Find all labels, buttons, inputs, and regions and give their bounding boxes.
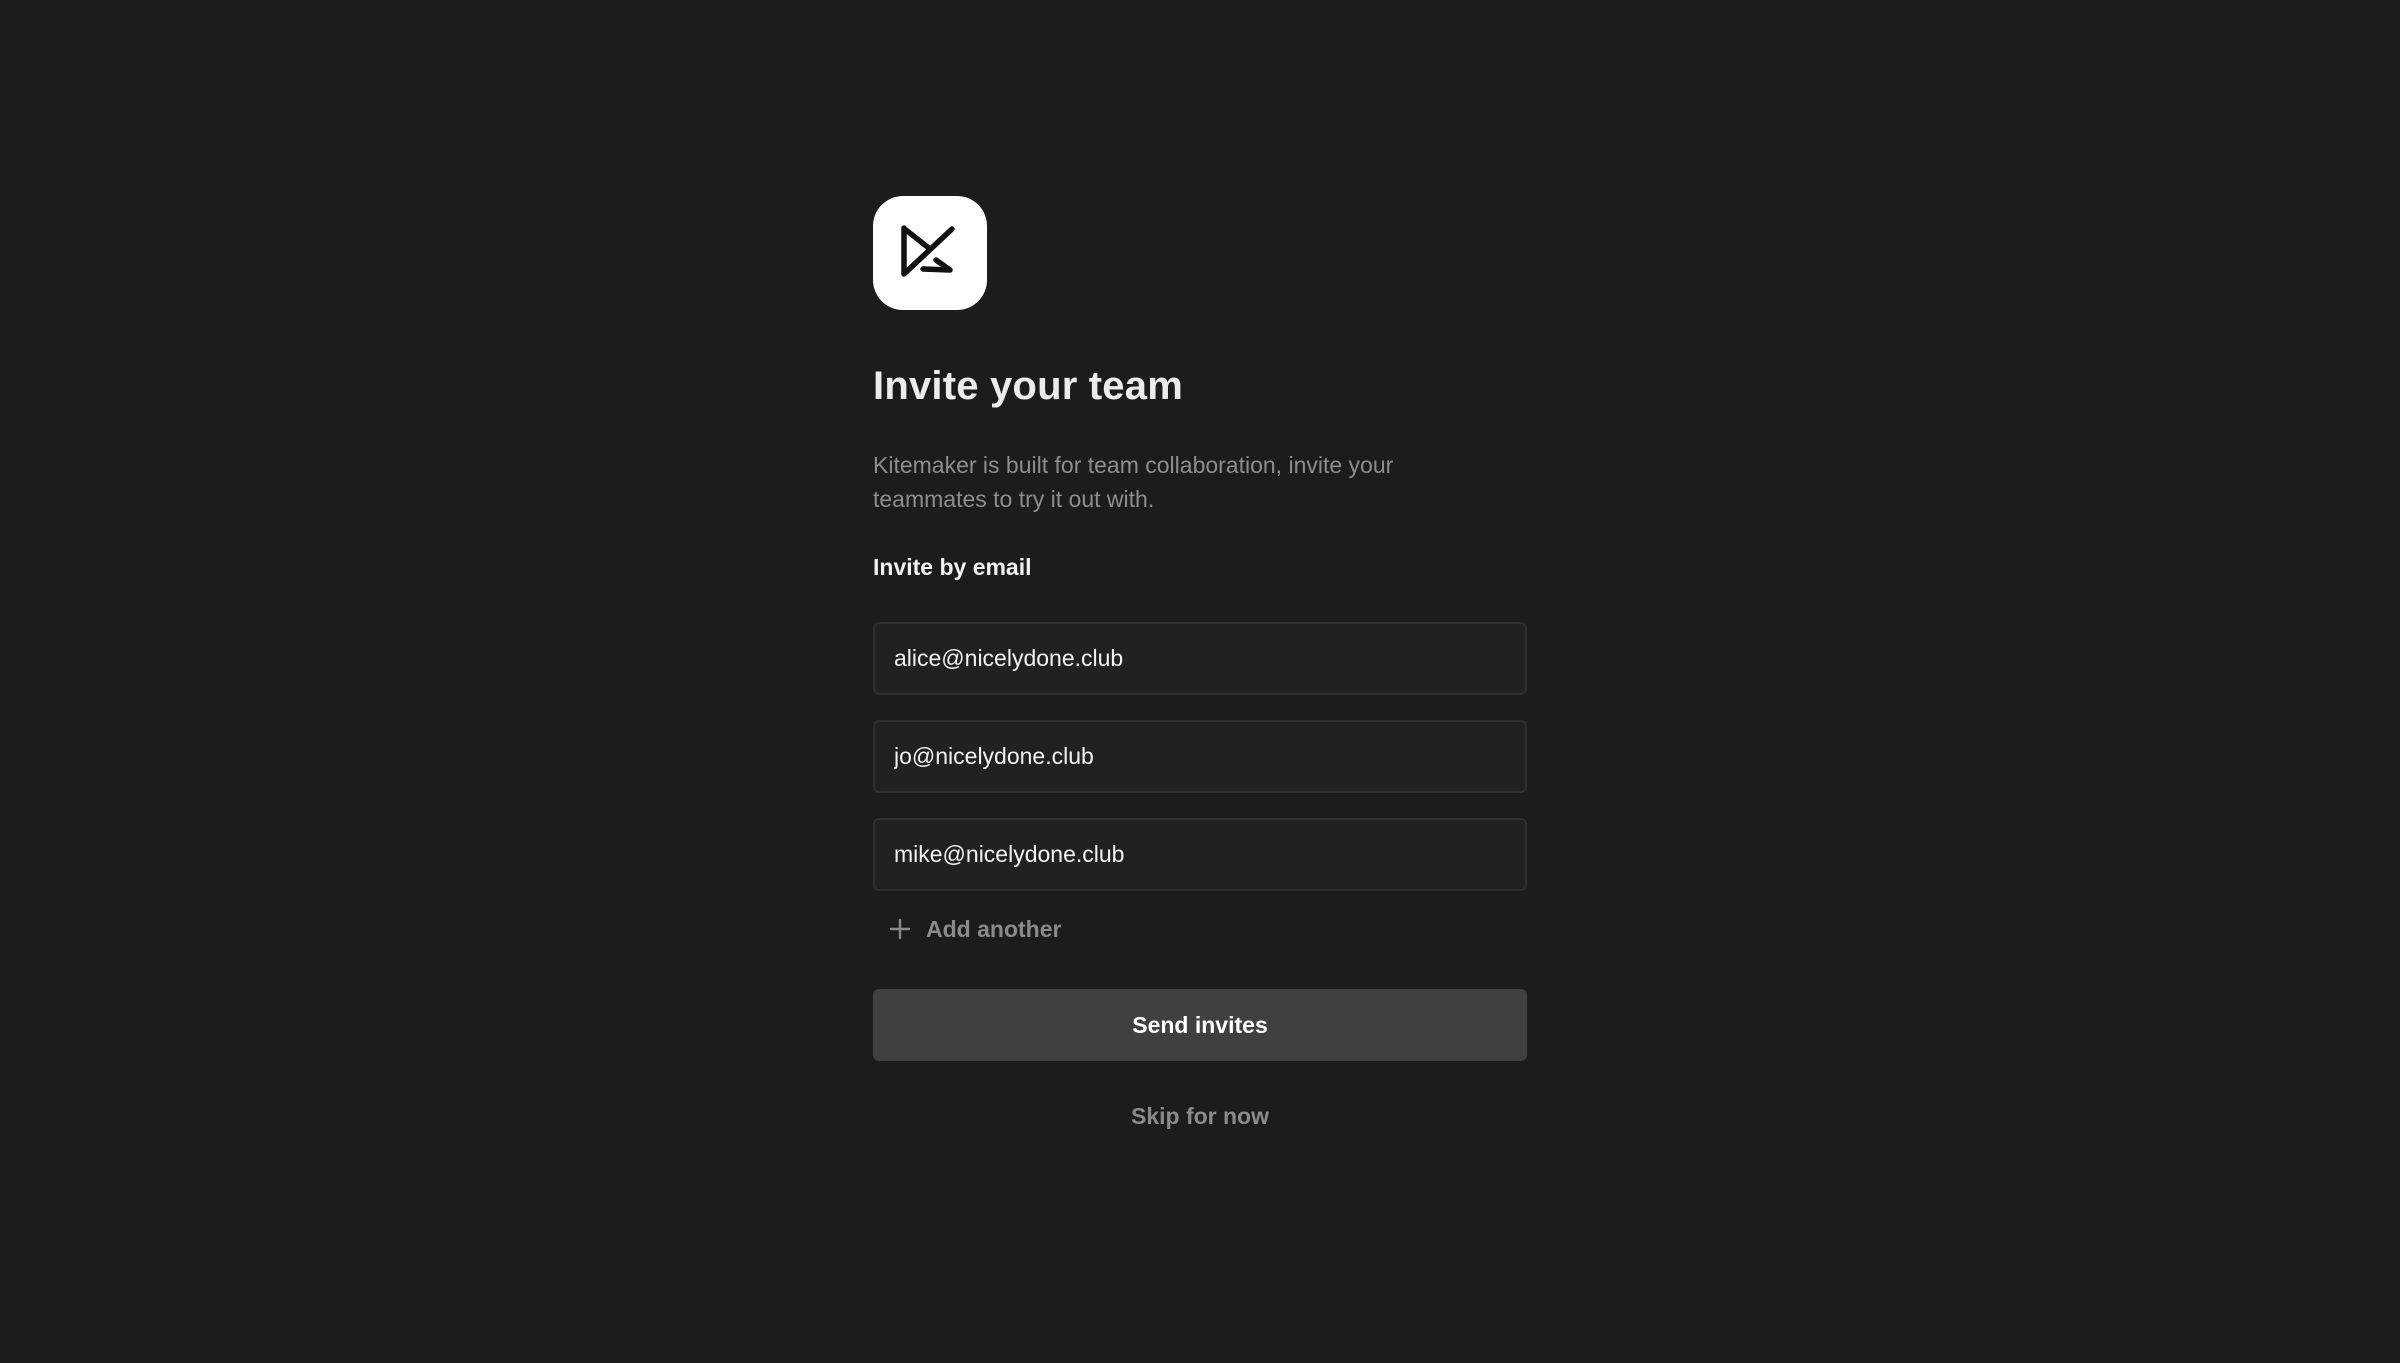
email-list xyxy=(873,622,1527,891)
email-field-3[interactable] xyxy=(873,818,1527,891)
send-invites-button[interactable]: Send invites xyxy=(873,989,1527,1061)
kitemaker-logo-icon xyxy=(873,196,987,310)
email-field-1[interactable] xyxy=(873,622,1527,695)
invite-by-email-label: Invite by email xyxy=(873,554,1032,580)
page-title: Invite your team xyxy=(873,364,1183,408)
plus-icon xyxy=(889,918,911,940)
email-field-2[interactable] xyxy=(873,720,1527,793)
add-another-button[interactable]: Add another xyxy=(873,909,1527,949)
page-description: Kitemaker is built for team collaboratio… xyxy=(873,452,1394,512)
invite-team-page: Invite your team Kitemaker is built for … xyxy=(0,0,2400,1363)
invite-panel: Invite your team Kitemaker is built for … xyxy=(873,196,1527,1131)
skip-for-now-link[interactable]: Skip for now xyxy=(873,1101,1527,1131)
add-another-label: Add another xyxy=(926,915,1062,942)
